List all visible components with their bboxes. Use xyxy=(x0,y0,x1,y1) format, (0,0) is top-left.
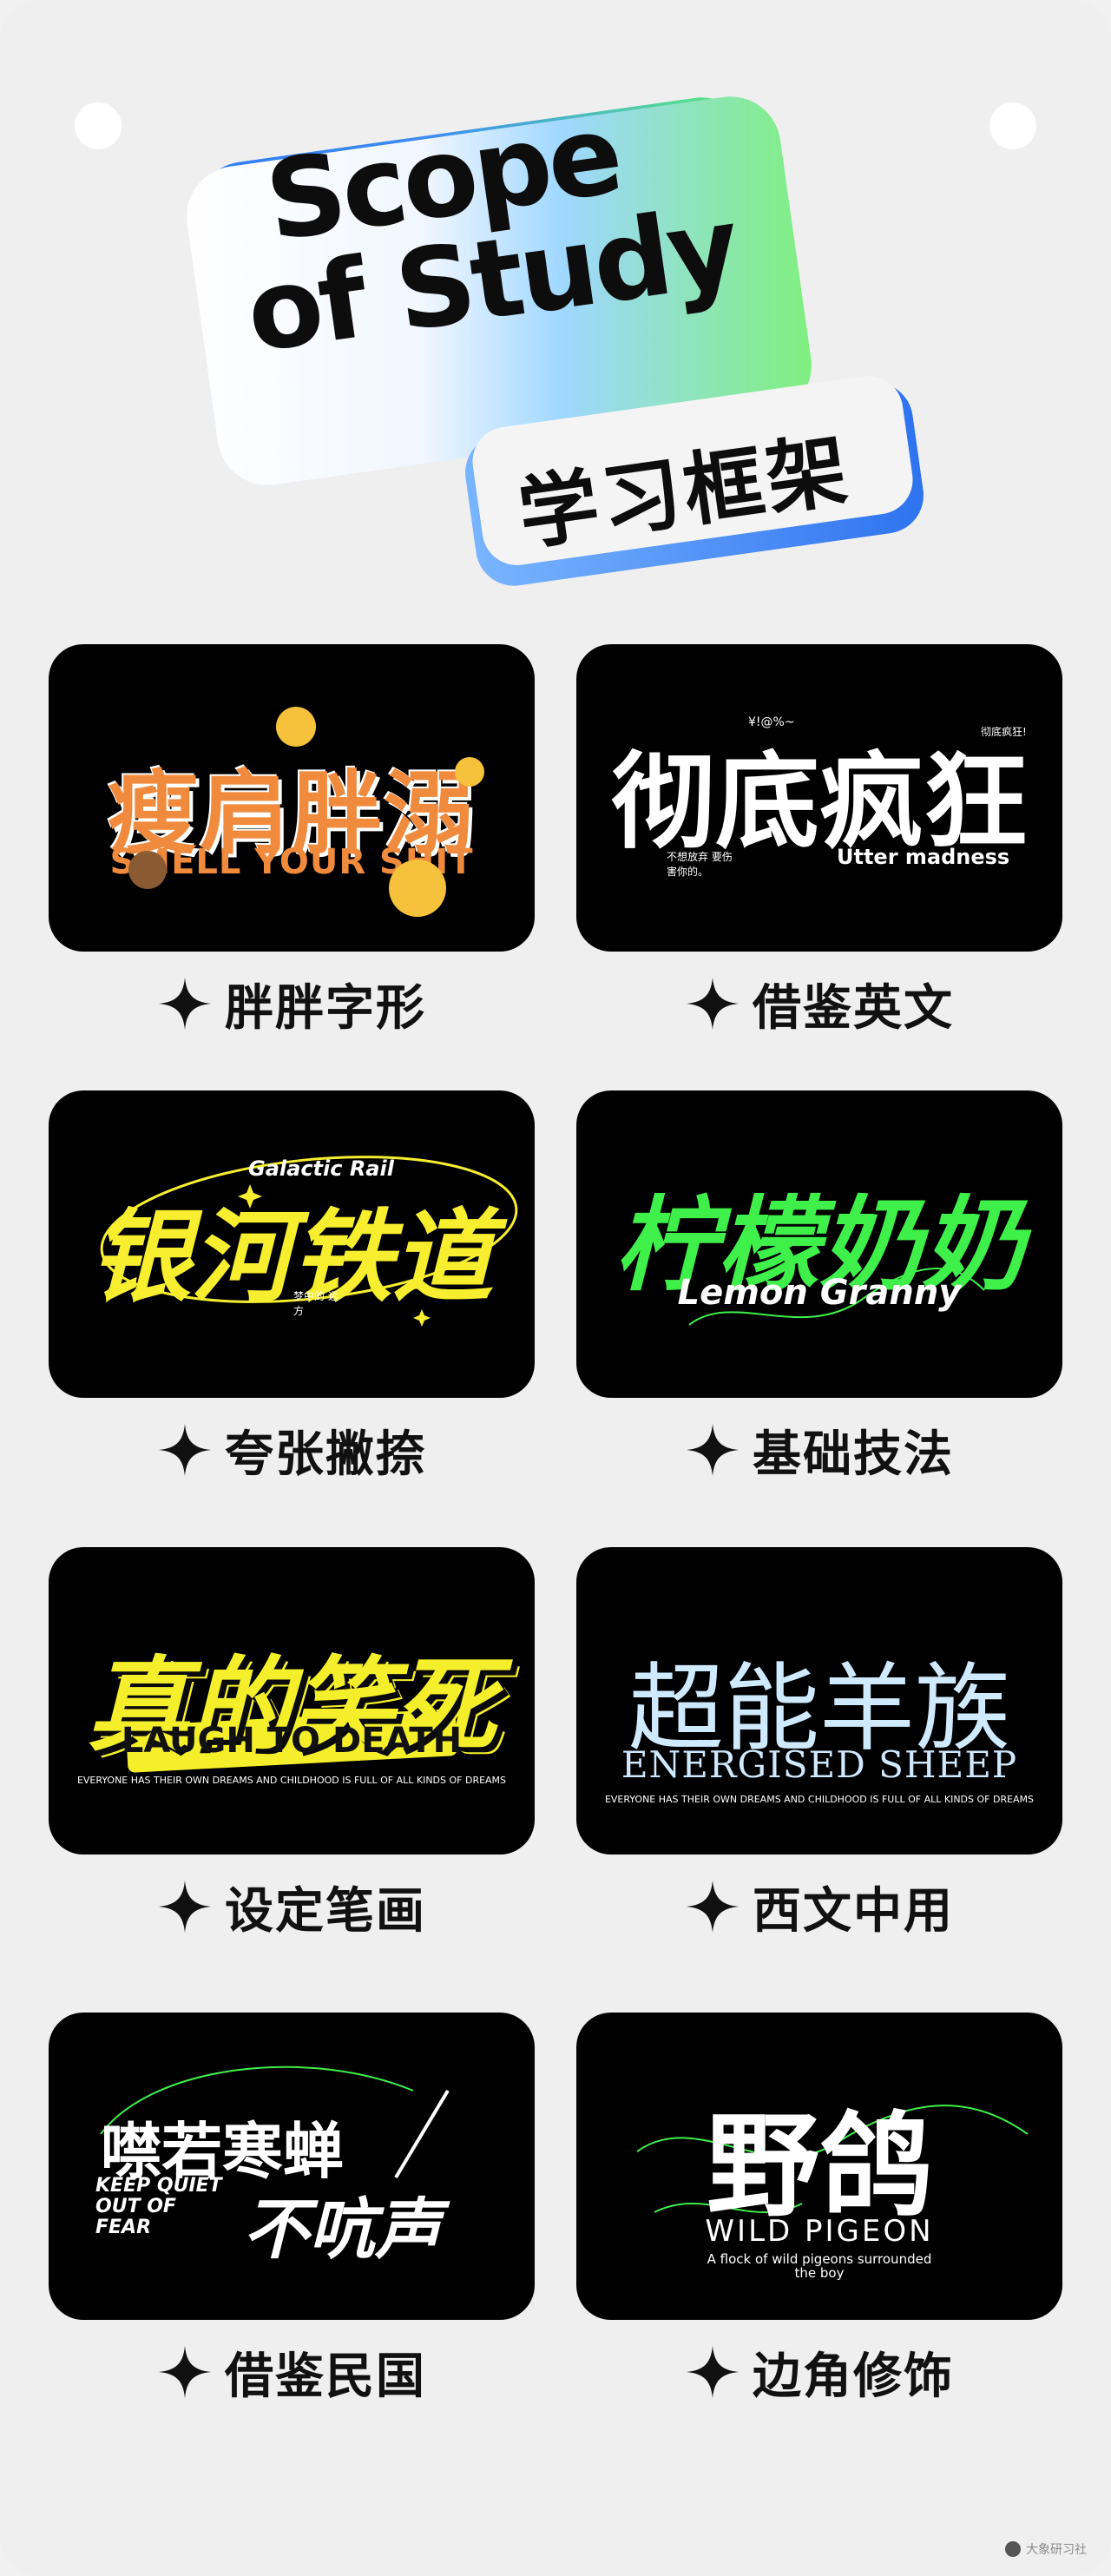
emoji-icon xyxy=(276,707,316,747)
card-label: 夸张撇捺 xyxy=(49,1417,535,1483)
emoji-icon xyxy=(389,860,446,917)
card-art-subtitle: KEEP QUIET OUT OF FEAR xyxy=(95,2175,222,2238)
card-image: 噤若寒蝉 不吭声 KEEP QUIET OUT OF FEAR xyxy=(49,2013,535,2320)
card-item[interactable]: 超能羊族 ENERGISED SHEEP EVERYONE HAS THEIR … xyxy=(576,1547,1062,1940)
watermark-text: 大象研习社 xyxy=(1026,2543,1087,2557)
card-small-caption: EVERYONE HAS THEIR OWN DREAMS AND CHILDH… xyxy=(604,1794,1035,1805)
watermark-logo-icon xyxy=(1005,2541,1021,2557)
watermark: 大象研习社 xyxy=(1005,2540,1087,2558)
card-grid: 瘦肩胖溺 SMELL YOUR SHIT 胖胖字形 ¥!@%~ 彻底疯狂 不想放… xyxy=(0,0,1111,2576)
card-small-caption: A flock of wild pigeons surrounded the b… xyxy=(707,2251,932,2281)
card-image: ¥!@%~ 彻底疯狂 不想放弃 要伤害你的。 Utter madness 彻底疯… xyxy=(576,644,1062,952)
card-label: 设定笔画 xyxy=(49,1874,535,1940)
card-label-text: 借鉴民国 xyxy=(225,2348,426,2405)
poop-icon xyxy=(128,851,167,889)
card-image: 真的笑死 LAUGH TO DEATH EVERYONE HAS THEIR O… xyxy=(49,1547,535,1855)
card-label-text: 借鉴英文 xyxy=(753,979,954,1037)
card-item[interactable]: 噤若寒蝉 不吭声 KEEP QUIET OUT OF FEAR 借鉴民国 xyxy=(49,2013,535,2405)
four-point-star-icon xyxy=(687,1424,739,1476)
four-point-star-icon xyxy=(687,978,739,1030)
card-art-subtitle: WILD PIGEON xyxy=(705,2214,934,2249)
four-point-star-icon xyxy=(687,1881,739,1933)
page: Scope of Study 学习框架 瘦肩胖溺 SMELL YOUR SHIT… xyxy=(0,0,1111,2576)
four-point-star-icon xyxy=(159,1881,211,1933)
card-label-text: 基础技法 xyxy=(753,1426,954,1483)
card-label: 基础技法 xyxy=(576,1417,1062,1483)
card-art-subtitle: ENERGISED SHEEP xyxy=(621,1743,1018,1786)
four-point-star-icon xyxy=(687,2346,739,2398)
card-item[interactable]: 野鸽 WILD PIGEON A flock of wild pigeons s… xyxy=(576,2013,1062,2405)
card-label: 借鉴民国 xyxy=(49,2339,535,2405)
four-point-star-icon xyxy=(159,1424,211,1476)
card-tiny-text: 彻底疯狂! xyxy=(981,726,1027,738)
card-item[interactable]: Galactic Rail 银河铁道 梦中的 远方 夸张撇捺 xyxy=(49,1090,535,1483)
card-art-subtitle: SMELL YOUR SHIT xyxy=(109,842,474,882)
card-item[interactable]: 柠檬奶奶 Lemon Granny 基础技法 xyxy=(576,1090,1062,1483)
emoji-icon xyxy=(455,757,484,787)
card-image: 野鸽 WILD PIGEON A flock of wild pigeons s… xyxy=(576,2013,1062,2320)
card-art-title: 银河铁道 xyxy=(90,1199,493,1316)
card-item[interactable]: 真的笑死 LAUGH TO DEATH EVERYONE HAS THEIR O… xyxy=(49,1547,535,1940)
card-image: 超能羊族 ENERGISED SHEEP EVERYONE HAS THEIR … xyxy=(576,1547,1062,1855)
card-art-subtitle: Lemon Granny xyxy=(677,1273,962,1313)
card-art-subtitle: Utter madness xyxy=(837,845,1010,869)
card-label: 边角修饰 xyxy=(576,2339,1062,2405)
four-point-star-icon xyxy=(159,2346,211,2398)
card-label-text: 夸张撇捺 xyxy=(225,1426,426,1483)
card-tiny-text: 梦中的 远方 xyxy=(293,1290,339,1317)
card-art-title-2: 不吭声 xyxy=(243,2191,441,2268)
card-label: 西文中用 xyxy=(576,1874,1062,1940)
four-point-star-icon xyxy=(159,978,211,1030)
card-image: 瘦肩胖溺 SMELL YOUR SHIT xyxy=(49,644,535,952)
card-label-text: 边角修饰 xyxy=(753,2348,954,2405)
card-item[interactable]: ¥!@%~ 彻底疯狂 不想放弃 要伤害你的。 Utter madness 彻底疯… xyxy=(576,644,1062,1037)
card-image: 柠檬奶奶 Lemon Granny xyxy=(576,1090,1062,1398)
card-label: 胖胖字形 xyxy=(49,971,535,1037)
card-item[interactable]: 瘦肩胖溺 SMELL YOUR SHIT 胖胖字形 xyxy=(49,644,535,1037)
card-label-text: 设定笔画 xyxy=(225,1882,426,1940)
card-image: Galactic Rail 银河铁道 梦中的 远方 xyxy=(49,1090,535,1398)
card-small-caption: EVERYONE HAS THEIR OWN DREAMS AND CHILDH… xyxy=(76,1775,507,1786)
card-label-text: 胖胖字形 xyxy=(225,979,426,1037)
card-tiny-text: 不想放弃 要伤害你的。 xyxy=(667,851,733,878)
card-label-text: 西文中用 xyxy=(753,1882,954,1940)
card-art-subtitle: LAUGH TO DEATH xyxy=(121,1721,463,1761)
card-label: 借鉴英文 xyxy=(576,971,1062,1037)
